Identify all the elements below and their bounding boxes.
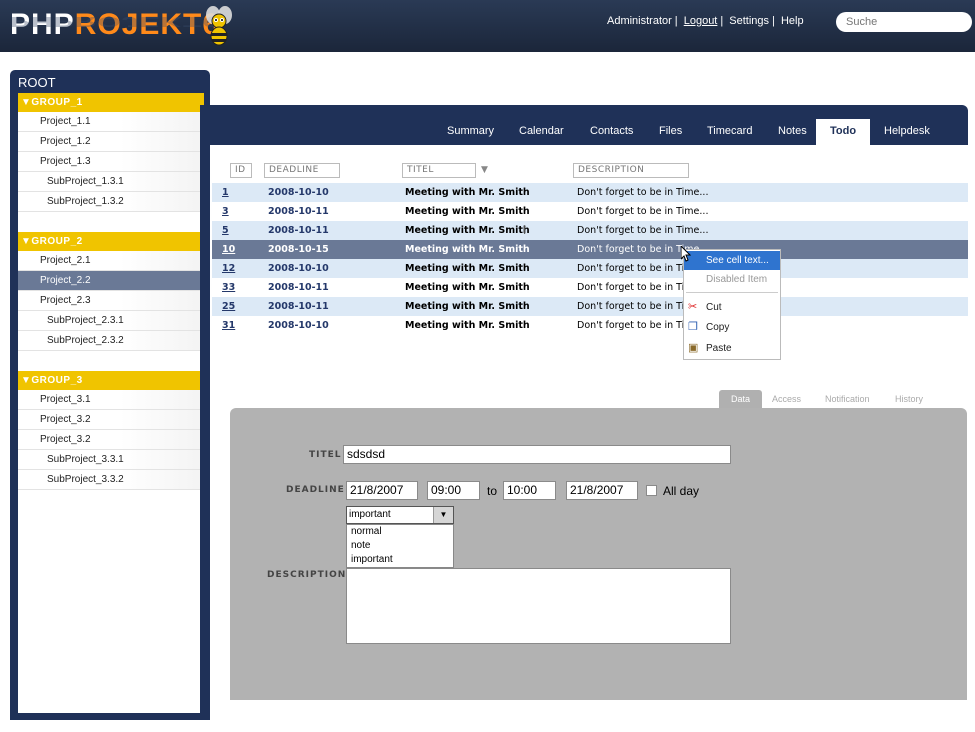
tab-summary[interactable]: Summary	[447, 125, 494, 137]
col-header-titel[interactable]: TITEL	[402, 163, 476, 178]
sort-desc-icon[interactable]: ▼	[481, 165, 488, 175]
tab-calendar[interactable]: Calendar	[519, 125, 564, 137]
tree-subitem[interactable]: SubProject_1.3.2	[18, 192, 204, 212]
option-note[interactable]: note	[347, 539, 453, 553]
tab-notes[interactable]: Notes	[778, 125, 807, 137]
table-row[interactable]: 31 2008-10-10 Meeting with Mr. Smith Don't …	[212, 316, 968, 335]
tab-files[interactable]: Files	[659, 125, 682, 137]
tree-item[interactable]: Project_1.3	[18, 152, 204, 172]
tree-item[interactable]: Project_3.2	[18, 410, 204, 430]
chevron-down-icon[interactable]: ▼	[433, 507, 453, 523]
end-date-input[interactable]: 21/8/2007	[566, 481, 638, 500]
menu-separator	[686, 292, 778, 293]
context-menu: See cell text... Disabled Item ✂ Cut ❐ Cop…	[683, 249, 781, 360]
tree-subitem[interactable]: SubProject_1.3.1	[18, 172, 204, 192]
menu-item-see-cell-text[interactable]: See cell text...	[684, 251, 780, 270]
tree-item-selected[interactable]: Project_2.2	[18, 271, 204, 291]
scissors-icon: ✂	[688, 301, 698, 313]
description-label: DESCRIPTION	[267, 570, 347, 580]
logo-reflection: PHPROJEKT6	[10, 13, 221, 31]
group-header[interactable]: ▼GROUP_2	[18, 232, 204, 251]
paste-icon: ▣	[688, 342, 699, 354]
option-normal[interactable]: normal	[347, 525, 453, 539]
option-important[interactable]: important	[347, 553, 453, 567]
tree-item[interactable]: Project_2.1	[18, 251, 204, 271]
table-row[interactable]: 1 2008-10-10 Meeting with Mr. Smith Don't f…	[212, 183, 968, 202]
tab-helpdesk[interactable]: Helpdesk	[884, 125, 930, 137]
bee-mascot-icon	[206, 6, 232, 46]
table-row[interactable]: 25 2008-10-11 Meeting with Mr. Smith Don't …	[212, 297, 968, 316]
col-header-deadline[interactable]: DEADLINE	[264, 163, 340, 178]
end-time-input[interactable]: 10:00	[503, 481, 556, 500]
titel-input[interactable]: sdsdsd	[343, 445, 731, 464]
col-header-id[interactable]: ID	[230, 163, 252, 178]
tree-root-label[interactable]: ROOT	[18, 75, 56, 90]
project-tree-panel: ROOT ▼GROUP_1 Project_1.1 Project_1.2 Pr…	[10, 70, 210, 720]
tab-contacts[interactable]: Contacts	[590, 125, 633, 137]
col-header-description[interactable]: DESCRIPTION	[573, 163, 689, 178]
text-cursor-icon: I	[523, 224, 527, 237]
menu-item-copy[interactable]: ❐ Copy	[684, 318, 780, 337]
tree-item[interactable]: Project_2.3	[18, 291, 204, 311]
menu-item-paste[interactable]: ▣ Paste	[684, 339, 780, 358]
table-row-selected[interactable]: 10 2008-10-15 Meeting with Mr. Smith Don't …	[212, 240, 968, 259]
tab-history[interactable]: History	[895, 390, 923, 408]
tab-access[interactable]: Access	[772, 390, 801, 408]
tree-subitem[interactable]: SubProject_2.3.1	[18, 311, 204, 331]
tree-item[interactable]: Project_3.2	[18, 430, 204, 450]
tree-subitem[interactable]: SubProject_3.3.2	[18, 470, 204, 490]
titel-label: TITEL	[309, 450, 342, 460]
allday-checkbox[interactable]	[646, 485, 657, 496]
top-header: PHPROJEKT6 PHPROJEKT6 Administrator | Log…	[0, 0, 975, 52]
tab-timecard[interactable]: Timecard	[707, 125, 752, 137]
group-header[interactable]: ▼GROUP_1	[18, 93, 204, 112]
tab-todo[interactable]: Todo	[816, 119, 871, 145]
tree-subitem[interactable]: SubProject_2.3.2	[18, 331, 204, 351]
menu-item-disabled: Disabled Item	[706, 274, 768, 285]
top-nav: Administrator | Logout | Settings | Help	[607, 15, 804, 27]
priority-select[interactable]: important ▼	[346, 506, 454, 524]
settings-link[interactable]: Settings	[729, 15, 769, 27]
logout-link[interactable]: Logout	[684, 15, 718, 27]
table-row[interactable]: 5 2008-10-11 Meeting with Mr. Smith Don't f…	[212, 221, 968, 240]
start-date-input[interactable]: 21/8/2007	[346, 481, 418, 500]
table-row[interactable]: 3 2008-10-11 Meeting with Mr. Smith Don't f…	[212, 202, 968, 221]
description-textarea[interactable]	[346, 568, 731, 644]
tab-data[interactable]: Data	[719, 390, 763, 408]
menu-item-cut[interactable]: ✂ Cut	[684, 298, 780, 317]
group-header[interactable]: ▼GROUP_3	[18, 371, 204, 390]
copy-icon: ❐	[688, 321, 698, 333]
deadline-label: DEADLINE	[286, 485, 345, 495]
tree-item[interactable]: Project_1.2	[18, 132, 204, 152]
allday-label: All day	[663, 484, 700, 498]
to-label: to	[487, 484, 498, 498]
help-link[interactable]: Help	[781, 15, 804, 27]
module-tabs: Summary Calendar Contacts Files Timecard…	[200, 119, 968, 145]
user-name: Administrator	[607, 15, 672, 27]
tree-subitem[interactable]: SubProject_3.3.1	[18, 450, 204, 470]
mouse-pointer-icon	[681, 246, 691, 262]
tab-notification[interactable]: Notification	[825, 390, 870, 408]
priority-dropdown-list: normal note important	[346, 524, 454, 568]
search-input[interactable]	[836, 12, 972, 32]
project-tree: ▼GROUP_1 Project_1.1 Project_1.2 Project…	[18, 93, 204, 713]
table-row[interactable]: 12 2008-10-10 Meeting with Mr. Smith Don't …	[212, 259, 968, 278]
tree-item[interactable]: Project_3.1	[18, 390, 204, 410]
table-row[interactable]: 33 2008-10-11 Meeting with Mr. Smith Don't …	[212, 278, 968, 297]
tree-item[interactable]: Project_1.1	[18, 112, 204, 132]
start-time-input[interactable]: 09:00	[427, 481, 480, 500]
